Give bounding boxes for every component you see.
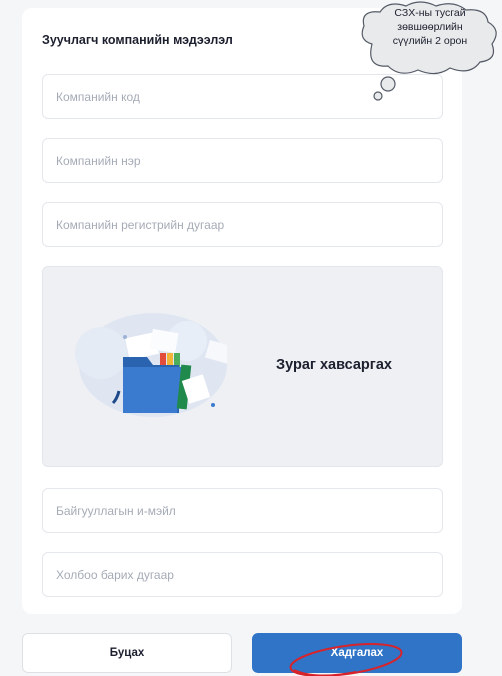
annotation-text: СЗХ-ны тусгай зөвшөөрлийн сүүлийн 2 орон xyxy=(368,6,492,48)
company-registration-placeholder: Компанийн регистрийн дугаар xyxy=(56,217,225,232)
image-upload-area[interactable]: Зураг хавсаргах xyxy=(42,266,443,467)
company-name-field[interactable]: Компанийн нэр xyxy=(42,138,443,183)
back-button[interactable]: Буцах xyxy=(22,633,232,673)
company-registration-field[interactable]: Компанийн регистрийн дугаар xyxy=(42,202,443,247)
contact-phone-placeholder: Холбоо барих дугаар xyxy=(56,567,174,582)
save-button[interactable]: Хадгалах xyxy=(252,633,462,673)
company-name-placeholder: Компанийн нэр xyxy=(56,153,141,168)
contact-phone-field[interactable]: Холбоо барих дугаар xyxy=(42,552,443,597)
annotation-line-1: СЗХ-ны тусгай xyxy=(394,7,466,19)
upload-label: Зураг хавсаргах xyxy=(276,357,392,373)
annotation-line-3: сүүлийн 2 орон xyxy=(392,35,468,47)
company-code-placeholder: Компанийн код xyxy=(56,89,140,104)
organization-email-placeholder: Байгууллагын и-мэйл xyxy=(56,503,176,518)
form-title: Зуучлагч компанийн мэдээлэл xyxy=(42,33,233,47)
annotation-line-2: зөвшөөрлийн xyxy=(397,21,463,33)
folder-illustration-icon xyxy=(75,313,227,417)
organization-email-field[interactable]: Байгууллагын и-мэйл xyxy=(42,488,443,533)
